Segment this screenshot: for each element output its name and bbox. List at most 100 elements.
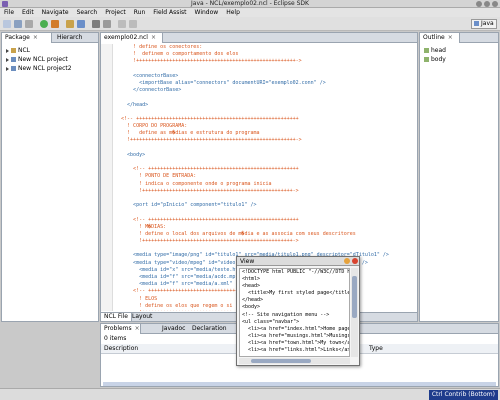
menu-search[interactable]: Search [77, 9, 98, 16]
close-icon[interactable]: × [135, 325, 140, 332]
column-description[interactable]: Description [104, 345, 138, 352]
popup-source-line: <head> [242, 283, 261, 290]
code-line[interactable]: !+++++++++++++++++++++++++++++++++++++++… [115, 58, 413, 65]
code-line[interactable]: ! M�DIAS: [115, 224, 413, 231]
minimize-popup-button[interactable] [344, 258, 350, 264]
tree-item-label: New NCL project [18, 56, 68, 63]
close-icon[interactable]: × [448, 34, 453, 41]
element-icon [424, 48, 429, 53]
code-line[interactable]: </head> [115, 102, 413, 109]
new-icon[interactable] [3, 20, 11, 28]
popup-titlebar: View [237, 257, 359, 266]
menu-field-assist[interactable]: Field Assist [153, 9, 186, 16]
problems-hscrollbar[interactable] [103, 382, 496, 386]
code-line[interactable] [115, 159, 413, 166]
code-line[interactable]: !+++++++++++++++++++++++++++++++++++++++… [115, 188, 413, 195]
open-type-icon[interactable] [92, 20, 100, 28]
menu-help[interactable]: Help [226, 9, 240, 16]
close-icon[interactable]: × [151, 34, 156, 41]
tree-item-new-ncl-project[interactable]: New NCL project [6, 56, 68, 64]
popup-hscrollbar[interactable] [239, 358, 350, 364]
menubar: File Edit Navigate Search Project Run Fi… [0, 8, 500, 17]
popup-source-line: <!DOCTYPE html PUBLIC "-//W3C//DTD HTM [242, 269, 350, 275]
popup-vscrollbar[interactable] [351, 268, 358, 357]
tab-hierarchy[interactable]: Hierarch [54, 33, 85, 43]
code-line[interactable]: <!-- +++++++++++++++++++++++++++++++++++… [115, 116, 413, 123]
tab-package-explorer[interactable]: Package × [2, 33, 52, 43]
outline-item-label: head [431, 47, 446, 54]
tab-exemplo02[interactable]: exemplo02.ncl × [101, 33, 163, 43]
new-class-icon[interactable] [77, 20, 85, 28]
code-line[interactable]: ! define os conectores: [115, 44, 413, 51]
tree-item-new-ncl-project2[interactable]: New NCL project2 [6, 65, 72, 73]
code-line[interactable] [115, 195, 413, 202]
close-window-button[interactable] [492, 1, 498, 7]
tree-item-ncl[interactable]: NCL [6, 47, 30, 55]
code-line[interactable]: ! PONTO DE ENTRADA: [115, 173, 413, 180]
debug-icon[interactable] [51, 20, 59, 28]
code-line[interactable]: ! define o local dos arquivos de m�dia e… [115, 231, 413, 238]
search-icon[interactable] [103, 20, 111, 28]
code-line[interactable] [115, 66, 413, 73]
minimize-window-button[interactable] [476, 1, 482, 7]
code-line[interactable] [115, 245, 413, 252]
project-icon [11, 66, 16, 71]
code-line[interactable]: </connectorBase> [115, 87, 413, 94]
expand-icon[interactable] [6, 66, 9, 71]
new-package-icon[interactable] [66, 20, 74, 28]
print-icon[interactable] [25, 20, 33, 28]
close-icon[interactable]: × [33, 34, 38, 41]
code-line[interactable]: <!-- +++++++++++++++++++++++++++++++++++… [115, 217, 413, 224]
menu-project[interactable]: Project [105, 9, 126, 16]
java-perspective-button[interactable]: Java [471, 19, 497, 29]
code-line[interactable]: !+++++++++++++++++++++++++++++++++++++++… [115, 238, 413, 245]
tree-item-label: New NCL project2 [18, 65, 72, 72]
code-line[interactable]: <!-- +++++++++++++++++++++++++++++++++++… [115, 166, 413, 173]
maximize-window-button[interactable] [484, 1, 490, 7]
popup-source-line: <title>My first styled page</title> [242, 290, 350, 297]
window-controls [476, 1, 498, 7]
code-line[interactable]: ! definem o comportamento dos elos [115, 51, 413, 58]
expand-icon[interactable] [6, 57, 9, 62]
tab-outline[interactable]: Outline × [420, 33, 460, 43]
menu-edit[interactable]: Edit [22, 9, 34, 16]
outline-tabs: Outline × [420, 33, 498, 43]
back-icon[interactable] [118, 20, 126, 28]
tab-layout[interactable]: Layout [129, 313, 155, 321]
popup-source-line: <li><a href="index.html">Home page</ [242, 325, 350, 332]
popup-source-view[interactable]: <!DOCTYPE html PUBLIC "-//W3C//DTD HTM <h… [239, 268, 350, 357]
close-popup-button[interactable] [352, 258, 358, 264]
code-line[interactable]: ! indica o componente onde o programa in… [115, 181, 413, 188]
code-line[interactable] [115, 109, 413, 116]
forward-icon[interactable] [129, 20, 137, 28]
popup-hscroll-thumb[interactable] [251, 359, 311, 363]
menu-navigate[interactable]: Navigate [42, 9, 69, 16]
editor-tabs: exemplo02.ncl × [101, 33, 417, 43]
code-line[interactable]: <importBase alias="connectors" documentU… [115, 80, 413, 87]
tab-javadoc[interactable]: Javadoc [159, 324, 188, 334]
save-icon[interactable] [14, 20, 22, 28]
tab-ncl-file[interactable]: NCL File [101, 313, 132, 321]
code-line[interactable]: <connectorBase> [115, 73, 413, 80]
code-line[interactable] [115, 94, 413, 101]
code-line[interactable]: !+++++++++++++++++++++++++++++++++++++++… [115, 137, 413, 144]
expand-icon[interactable] [6, 48, 9, 53]
popup-title: View [240, 258, 255, 265]
menu-file[interactable]: File [4, 9, 14, 16]
main-toolbar: Java [0, 17, 500, 31]
package-explorer-tabs: Package × Hierarch [2, 33, 98, 43]
code-line[interactable]: ! define as m�dias e estrutura do progra… [115, 130, 413, 137]
code-line[interactable] [115, 209, 413, 216]
popup-vscroll-thumb[interactable] [352, 276, 357, 318]
menu-window[interactable]: Window [195, 9, 219, 16]
code-line[interactable]: <body> [115, 152, 413, 159]
outline-item-head[interactable]: head [424, 47, 446, 55]
outline-item-body[interactable]: body [424, 56, 446, 64]
run-icon[interactable] [40, 20, 48, 28]
code-line[interactable]: <port id="pInicio" component="titulo1" /… [115, 202, 413, 209]
code-line[interactable] [115, 145, 413, 152]
column-type[interactable]: Type [369, 345, 383, 352]
tab-declaration[interactable]: Declaration [189, 324, 230, 334]
tab-problems[interactable]: Problems × [101, 324, 141, 334]
menu-run[interactable]: Run [134, 9, 146, 16]
